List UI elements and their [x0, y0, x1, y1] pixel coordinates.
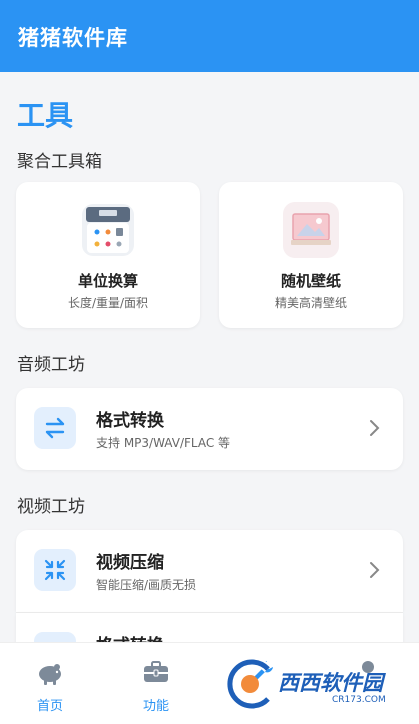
- watermark-emblem-icon: [225, 657, 272, 711]
- compress-icon: [34, 549, 76, 591]
- row-subtitle: 支持 MP3/WAV/FLAC 等: [96, 436, 231, 450]
- tool-name: 随机壁纸: [280, 272, 341, 290]
- chevron-right-icon: [370, 420, 380, 436]
- row-title: 视频压缩: [96, 553, 164, 573]
- calculator-icon: [80, 202, 136, 258]
- nav-label: 功能: [142, 699, 169, 714]
- section-title-audio: 音频工坊: [17, 355, 85, 375]
- nav-item-home[interactable]: 首页: [0, 643, 100, 724]
- watermark-text: 西西软件园: [278, 671, 383, 695]
- row-subtitle: 智能压缩/画质无损: [96, 578, 197, 592]
- row-title: 格式转换: [96, 631, 164, 642]
- tool-card-random-wallpaper[interactable]: 随机壁纸 精美高清壁纸: [219, 182, 403, 328]
- video-format-convert-row[interactable]: 格式转换: [16, 613, 403, 642]
- tool-description: 精美高清壁纸: [274, 296, 347, 310]
- convert-icon: [34, 632, 76, 642]
- video-compress-row[interactable]: 视频压缩 智能压缩/画质无损: [16, 530, 403, 612]
- tool-description: 长度/重量/面积: [67, 296, 149, 310]
- nav-item-features[interactable]: 功能: [106, 643, 206, 724]
- swap-arrows-icon: [34, 407, 76, 449]
- tool-card-unit-conversion[interactable]: 单位换算 长度/重量/面积: [16, 182, 200, 328]
- watermark-url: CR173.COM: [332, 695, 386, 705]
- page-title: 工具: [17, 99, 74, 132]
- app-title: 猪猪软件库: [18, 26, 128, 50]
- row-title: 格式转换: [96, 411, 164, 431]
- audio-format-convert-row[interactable]: 格式转换 支持 MP3/WAV/FLAC 等: [16, 388, 403, 470]
- main-content: 工具 聚合工具箱 单位换算 长度/重量/面积 随机壁纸 精美高清壁纸 音频工坊 …: [0, 72, 419, 642]
- section-title-toolbox: 聚合工具箱: [17, 152, 102, 172]
- toolbox-icon: [144, 661, 168, 682]
- piggy-bank-icon: [39, 664, 61, 685]
- section-title-video: 视频工坊: [17, 497, 85, 517]
- wallpaper-icon: [283, 202, 339, 258]
- watermark-logo: 西西软件园 CR173.COM: [220, 655, 410, 713]
- app-bar: 猪猪软件库: [0, 0, 419, 72]
- tool-name: 单位换算: [77, 272, 138, 290]
- chevron-right-icon: [370, 562, 380, 578]
- nav-label: 首页: [36, 699, 63, 714]
